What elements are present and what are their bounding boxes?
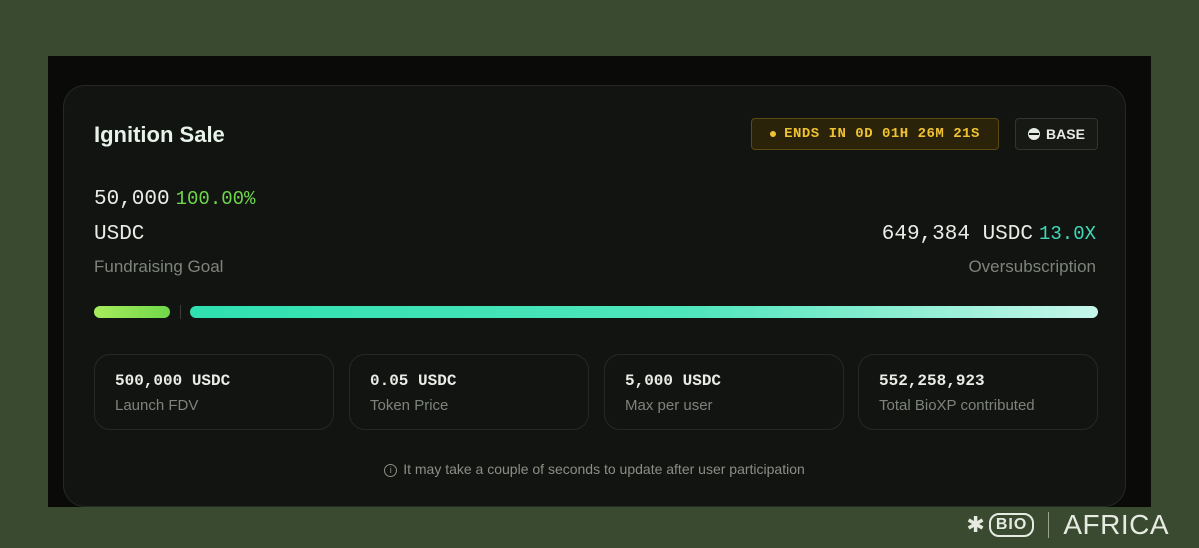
raised-amount: 649,384 USDC xyxy=(881,223,1033,246)
stat-label: Token Price xyxy=(370,397,449,414)
stat-card-token-price: 0.05 USDC Token Price xyxy=(349,354,589,430)
goal-amount: 50,000 xyxy=(94,188,170,211)
stat-card-max-per-user: 5,000 USDC Max per user xyxy=(604,354,844,430)
goal-unit: USDC xyxy=(94,223,145,246)
brand-region: AFRICA xyxy=(1063,509,1169,540)
update-note: i It may take a couple of seconds to upda… xyxy=(64,461,1125,477)
goal-label: Fundraising Goal xyxy=(94,257,224,276)
ignition-sale-card: Ignition Sale ENDS IN 0D 01H 26M 21S BAS… xyxy=(63,85,1126,507)
goal-progress-bar xyxy=(94,306,170,318)
countdown-badge: ENDS IN 0D 01H 26M 21S xyxy=(751,118,999,150)
network-label: BASE xyxy=(1046,126,1085,142)
base-icon xyxy=(1028,128,1041,140)
stat-card-total-bioxp: 552,258,923 Total BioXP contributed xyxy=(858,354,1098,430)
note-text: It may take a couple of seconds to updat… xyxy=(403,461,805,477)
brand-divider xyxy=(1048,512,1050,538)
stat-value: 552,258,923 xyxy=(879,372,985,390)
oversubscription-progress-bar xyxy=(190,306,1098,318)
stat-label: Total BioXP contributed xyxy=(879,397,1035,414)
bio-molecule-icon: ✱ xyxy=(966,512,985,537)
oversubscription-multiple: 13.0X xyxy=(1038,223,1096,245)
stat-value: 0.05 USDC xyxy=(370,372,457,390)
sale-panel: Ignition Sale ENDS IN 0D 01H 26M 21S BAS… xyxy=(48,56,1151,507)
bio-logo: BIO xyxy=(988,513,1035,537)
countdown-text: ENDS IN 0D 01H 26M 21S xyxy=(784,126,980,142)
goal-percent: 100.00% xyxy=(175,188,256,210)
stat-value: 5,000 USDC xyxy=(625,372,722,390)
info-icon: i xyxy=(384,464,398,477)
stat-card-launch-fdv: 500,000 USDC Launch FDV xyxy=(94,354,334,430)
oversubscription-label: Oversubscription xyxy=(968,257,1096,276)
oversubscription-line: 649,384 USDC 13.0X xyxy=(882,223,1096,246)
progress-divider xyxy=(180,305,181,319)
dot-icon xyxy=(770,131,777,137)
network-badge[interactable]: BASE xyxy=(1015,118,1098,150)
stat-label: Launch FDV xyxy=(115,397,199,414)
brand-watermark: ✱ BIO AFRICA xyxy=(966,509,1169,540)
stat-label: Max per user xyxy=(625,397,713,414)
stat-value: 500,000 USDC xyxy=(115,372,231,390)
sale-title: Ignition Sale xyxy=(94,122,225,147)
goal-amount-line: 50,000 100.00% xyxy=(94,188,255,211)
